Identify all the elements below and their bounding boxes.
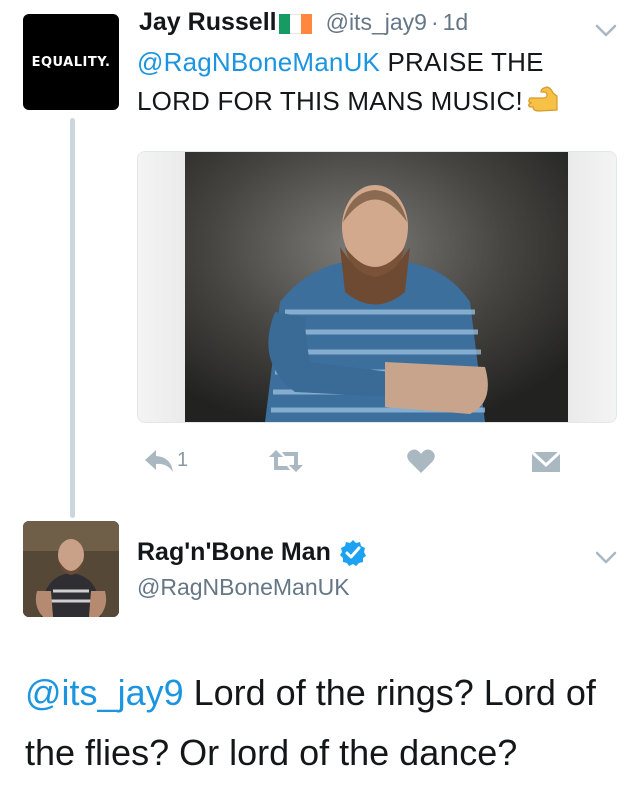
timestamp[interactable]: 1d [443,9,469,36]
display-name[interactable]: Rag'n'Bone Man [137,538,331,567]
reply-count: 1 [177,449,189,471]
user-handle[interactable]: @RagNBoneManUK [137,574,350,601]
verified-badge-icon [339,539,366,566]
chevron-down-icon[interactable] [595,551,617,565]
avatar-text: EQUALITY. [31,54,111,70]
user-handle[interactable]: @its_jay9 [326,9,427,36]
tweet-header: Jay Russell @its_jay9 · 1d [139,8,468,37]
ireland-flag-icon [278,13,312,34]
tweet-text: @its_jay9 Lord of the rings? Lord of the… [25,663,625,783]
chevron-down-icon[interactable] [595,24,617,38]
retweet-icon[interactable] [268,444,304,478]
thread-line [70,118,75,518]
pointing-hand-emoji-icon [527,86,558,112]
tweet-text: @RagNBoneManUK PRAISE THE LORD FOR THIS … [137,43,607,121]
direct-message-icon[interactable] [530,444,562,478]
timestamp-separator: · [430,9,439,35]
mention-link[interactable]: @RagNBoneManUK [137,47,380,77]
mention-link[interactable]: @its_jay9 [25,672,184,713]
avatar[interactable]: EQUALITY. [23,14,119,110]
attached-photo-card[interactable] [137,151,617,423]
like-icon[interactable] [406,444,436,478]
photo-man-with-beard[interactable] [185,152,568,422]
display-name[interactable]: Jay Russell [139,8,277,37]
reply-icon[interactable] [143,444,175,478]
avatar[interactable] [23,521,119,617]
tweet-header: Rag'n'Bone Man [137,538,367,567]
